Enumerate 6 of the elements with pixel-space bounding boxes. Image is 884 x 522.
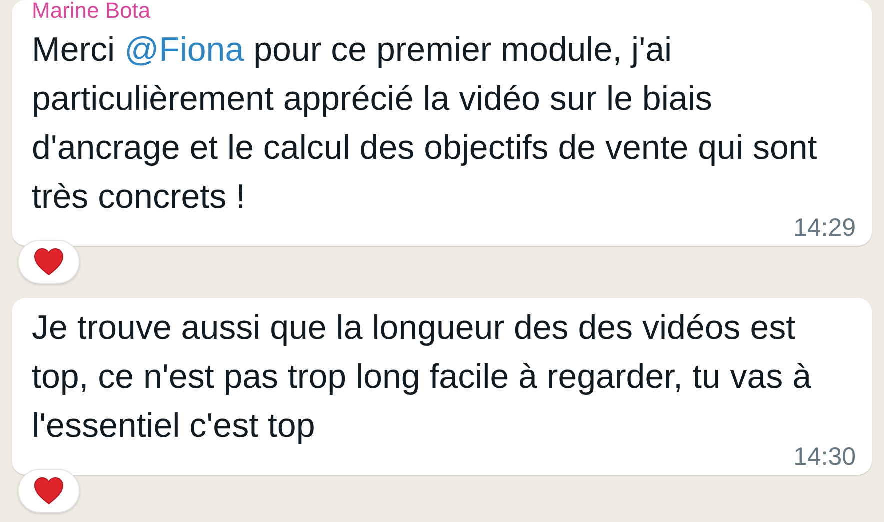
mention-link[interactable]: @Fiona xyxy=(124,31,244,69)
reaction-pill[interactable] xyxy=(18,469,80,513)
sender-name: Marine Bota xyxy=(32,0,152,22)
heart-icon xyxy=(34,477,64,505)
heart-icon xyxy=(34,248,64,276)
reaction-pill[interactable] xyxy=(18,240,80,284)
